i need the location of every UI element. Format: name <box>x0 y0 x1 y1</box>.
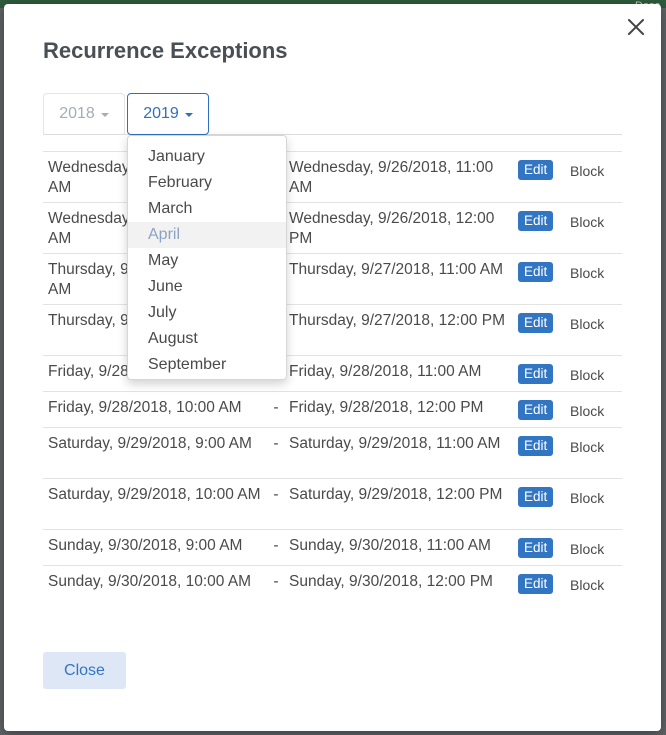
range-separator: - <box>273 399 279 416</box>
range-separator: - <box>273 435 279 452</box>
block-cell: Block <box>570 356 622 385</box>
month-option-february[interactable]: February <box>128 170 286 196</box>
month-option-may[interactable]: May <box>128 248 286 274</box>
edit-button[interactable]: Edit <box>518 364 554 384</box>
edit-button[interactable]: Edit <box>518 313 554 333</box>
caret-down-icon <box>184 113 193 117</box>
exception-start: Saturday, 9/29/2018, 10:00 AM <box>48 486 261 503</box>
block-link[interactable]: Block <box>570 214 604 230</box>
month-dropdown-menu: January February March April May June July Augu… <box>127 135 287 380</box>
edit-button[interactable]: Edit <box>518 574 554 594</box>
exception-end: Saturday, 9/29/2018, 11:00 AM <box>289 435 501 452</box>
block-link[interactable]: Block <box>570 265 604 281</box>
month-option-april[interactable]: April <box>128 222 286 248</box>
month-option-august[interactable]: August <box>128 326 286 352</box>
edit-button[interactable]: Edit <box>518 211 554 231</box>
edit-cell: Edit <box>518 305 570 333</box>
tab-label: 2019 <box>143 105 179 122</box>
exception-end: Wednesday, 9/26/2018, 11:00 AM <box>289 159 494 196</box>
month-option-june[interactable]: June <box>128 274 286 300</box>
exception-start: Sunday, 9/30/2018, 9:00 AM <box>48 537 243 554</box>
year-tabs: 2018 2019 <box>43 93 622 135</box>
edit-cell: Edit <box>518 566 570 594</box>
exception-end: Sunday, 9/30/2018, 11:00 AM <box>289 537 491 554</box>
block-link[interactable]: Block <box>570 577 604 593</box>
block-link[interactable]: Block <box>570 490 604 506</box>
edit-button[interactable]: Edit <box>518 400 554 420</box>
block-cell: Block <box>570 530 622 559</box>
edit-cell: Edit <box>518 203 570 231</box>
block-link[interactable]: Block <box>570 403 604 419</box>
range-separator: - <box>273 573 279 590</box>
table-row: Sunday, 9/30/2018, 10:00 AM - Sunday, 9/30… <box>43 565 622 601</box>
exception-end: Thursday, 9/27/2018, 12:00 PM <box>289 312 505 329</box>
exception-start: Friday, 9/28/2018, 10:00 AM <box>48 399 242 416</box>
month-option-march[interactable]: March <box>128 196 286 222</box>
exception-end: Friday, 9/28/2018, 12:00 PM <box>289 399 484 416</box>
edit-button[interactable]: Edit <box>518 436 554 456</box>
modal-title: Recurrence Exceptions <box>43 38 288 63</box>
edit-cell: Edit <box>518 428 570 456</box>
block-cell: Block <box>570 152 622 181</box>
edit-cell: Edit <box>518 254 570 282</box>
block-link[interactable]: Block <box>570 163 604 179</box>
close-button[interactable]: Close <box>43 652 126 689</box>
recurrence-exceptions-modal: Recurrence Exceptions 2018 2019 Wednesda… <box>4 4 661 731</box>
edit-button[interactable]: Edit <box>518 538 554 558</box>
exception-end: Sunday, 9/30/2018, 12:00 PM <box>289 573 493 590</box>
block-cell: Block <box>570 392 622 421</box>
month-option-january[interactable]: January <box>128 144 286 170</box>
block-cell: Block <box>570 566 622 595</box>
exception-end: Friday, 9/28/2018, 11:00 AM <box>289 363 482 380</box>
block-cell: Block <box>570 203 622 232</box>
exception-end: Wednesday, 9/26/2018, 12:00 PM <box>289 210 495 247</box>
block-link[interactable]: Block <box>570 439 604 455</box>
exception-start: Sunday, 9/30/2018, 10:00 AM <box>48 573 252 590</box>
month-option-july[interactable]: July <box>128 300 286 326</box>
range-separator: - <box>273 486 279 503</box>
edit-button[interactable]: Edit <box>518 487 554 507</box>
block-cell: Block <box>570 305 622 334</box>
tab-2019[interactable]: 2019 <box>127 93 209 135</box>
range-separator: - <box>273 537 279 554</box>
table-row: Sunday, 9/30/2018, 9:00 AM - Sunday, 9/30/… <box>43 529 622 565</box>
edit-cell: Edit <box>518 392 570 420</box>
table-row: Saturday, 9/29/2018, 9:00 AM - Saturday, 9… <box>43 427 622 478</box>
tab-label: 2018 <box>59 105 95 122</box>
edit-cell: Edit <box>518 152 570 180</box>
exception-end: Saturday, 9/29/2018, 12:00 PM <box>289 486 503 503</box>
tab-2018[interactable]: 2018 <box>43 93 125 135</box>
edit-cell: Edit <box>518 356 570 384</box>
block-cell: Block <box>570 254 622 283</box>
block-link[interactable]: Block <box>570 367 604 383</box>
exception-end: Thursday, 9/27/2018, 11:00 AM <box>289 261 503 278</box>
edit-cell: Edit <box>518 479 570 507</box>
block-cell: Block <box>570 428 622 457</box>
close-icon[interactable] <box>623 14 649 40</box>
table-row: Friday, 9/28/2018, 10:00 AM -Friday, 9/28… <box>43 391 622 427</box>
exception-start: Saturday, 9/29/2018, 9:00 AM <box>48 435 252 452</box>
table-row: Saturday, 9/29/2018, 10:00 AM - Saturday, … <box>43 478 622 529</box>
block-link[interactable]: Block <box>570 541 604 557</box>
month-option-september[interactable]: September <box>128 352 286 378</box>
block-cell: Block <box>570 479 622 508</box>
block-link[interactable]: Block <box>570 316 604 332</box>
caret-down-icon <box>100 113 109 117</box>
edit-button[interactable]: Edit <box>518 160 554 180</box>
edit-cell: Edit <box>518 530 570 558</box>
edit-button[interactable]: Edit <box>518 262 554 282</box>
